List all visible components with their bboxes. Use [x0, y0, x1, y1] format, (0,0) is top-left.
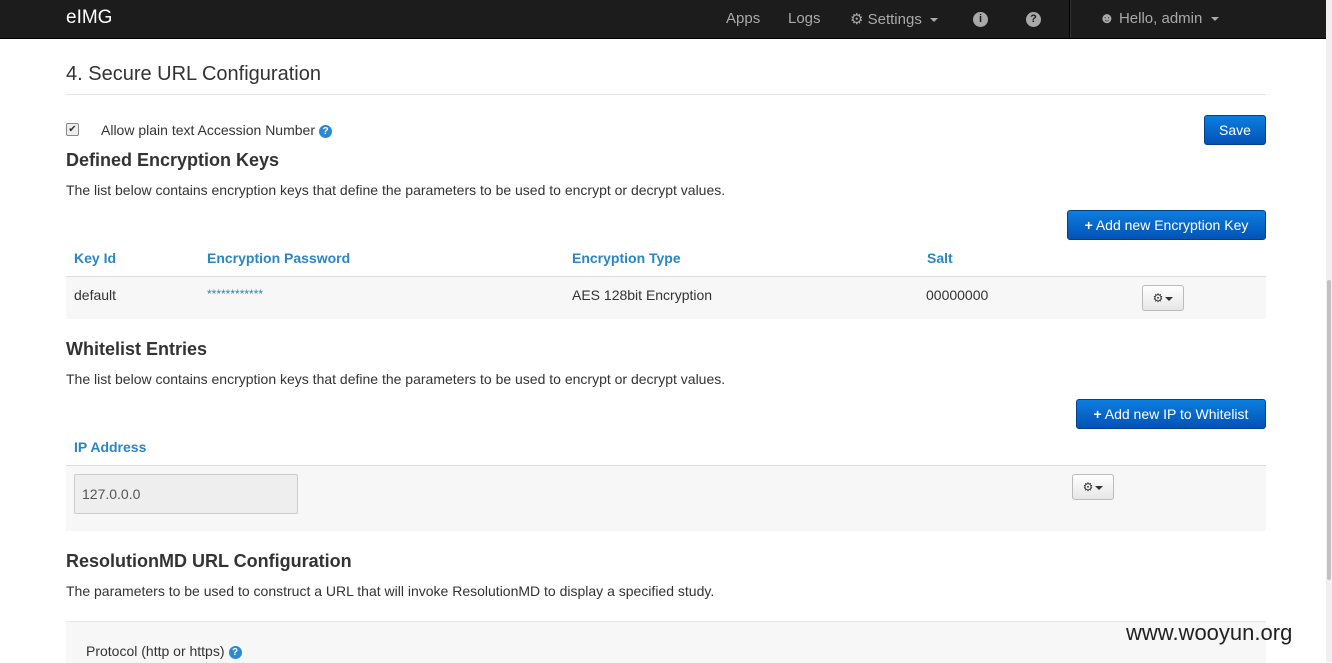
add-ip-whitelist-button[interactable]: + Add new IP to Whitelist: [1076, 399, 1266, 429]
whitelist-actions-button[interactable]: ⚙: [1072, 474, 1114, 500]
nav-info[interactable]: i: [973, 9, 988, 27]
protocol-label-row: Protocol (http or https)?: [86, 643, 242, 659]
save-button[interactable]: Save: [1204, 115, 1266, 145]
help-question-icon[interactable]: ?: [319, 124, 332, 138]
nav-user-label: Hello, admin: [1118, 10, 1203, 27]
nav-help[interactable]: ?: [1026, 9, 1041, 27]
column-salt: Salt: [927, 250, 953, 266]
nav-settings-label: Settings: [867, 11, 922, 28]
column-encryption-password: Encryption Password: [207, 250, 351, 266]
caret-down-icon: [1165, 296, 1174, 301]
cell-key-id: default: [74, 287, 117, 303]
whitelist-heading: Whitelist Entries: [66, 339, 208, 359]
question-circle-icon: ?: [1026, 12, 1041, 27]
scrollbar-thumb[interactable]: [1327, 280, 1331, 580]
caret-down-icon: [1095, 485, 1104, 490]
add-encryption-key-button[interactable]: + Add new Encryption Key: [1067, 210, 1266, 240]
add-encryption-key-label: Add new Encryption Key: [1095, 217, 1249, 233]
nav-divider: [1069, 0, 1071, 38]
allow-plain-text-label: Allow plain text Accession Number: [101, 122, 315, 138]
cell-salt: 00000000: [926, 287, 989, 303]
nav-apps[interactable]: Apps: [726, 10, 760, 27]
help-question-icon[interactable]: ?: [228, 645, 242, 659]
encryption-key-actions-button[interactable]: ⚙: [1142, 285, 1184, 311]
nav-settings-dropdown[interactable]: ⚙ Settings: [850, 10, 938, 28]
nav-logs[interactable]: Logs: [788, 10, 821, 27]
column-encryption-type: Encryption Type: [572, 250, 681, 266]
resolution-description: The parameters to be used to construct a…: [66, 583, 715, 599]
encryption-keys-heading: Defined Encryption Keys: [66, 150, 280, 170]
gears-icon: ⚙: [850, 11, 864, 28]
encryption-keys-description: The list below contains encryption keys …: [66, 182, 726, 198]
gear-icon: ⚙: [1082, 480, 1094, 494]
nav-user-dropdown[interactable]: ☻ Hello, admin: [1099, 10, 1219, 27]
section-title: 4. Secure URL Configuration: [66, 63, 321, 85]
user-icon: ☻: [1099, 10, 1115, 27]
watermark: www.wooyun.org: [1126, 620, 1293, 645]
add-ip-whitelist-label: Add new IP to Whitelist: [1104, 406, 1249, 422]
allow-plain-text-checkbox[interactable]: ✔: [66, 123, 79, 136]
column-ip-address: IP Address: [74, 439, 147, 455]
cell-encryption-password[interactable]: ************: [207, 287, 263, 301]
allow-plain-text-label-row: Allow plain text Accession Number?: [101, 122, 332, 138]
protocol-label: Protocol (http or https): [86, 643, 225, 659]
top-navbar: eIMG Apps Logs ⚙ Settings i ? ☻ Hello, a…: [0, 0, 1326, 39]
whitelist-description: The list below contains encryption keys …: [66, 371, 726, 387]
resolution-heading: ResolutionMD URL Configuration: [66, 551, 352, 571]
caret-down-icon: [1210, 17, 1219, 22]
ip-address-input[interactable]: 127.0.0.0: [74, 474, 298, 514]
cell-encryption-type: AES 128bit Encryption: [572, 287, 713, 303]
plus-icon: +: [1093, 406, 1102, 422]
caret-down-icon: [930, 18, 938, 23]
info-circle-icon: i: [973, 12, 988, 27]
brand-logo[interactable]: eIMG: [66, 7, 112, 29]
plus-icon: +: [1084, 217, 1093, 233]
section-divider: [66, 94, 1266, 95]
column-key-id: Key Id: [74, 250, 117, 266]
gear-icon: ⚙: [1152, 291, 1164, 305]
protocol-panel: [66, 621, 1266, 663]
page-scrollbar[interactable]: [1326, 0, 1332, 662]
